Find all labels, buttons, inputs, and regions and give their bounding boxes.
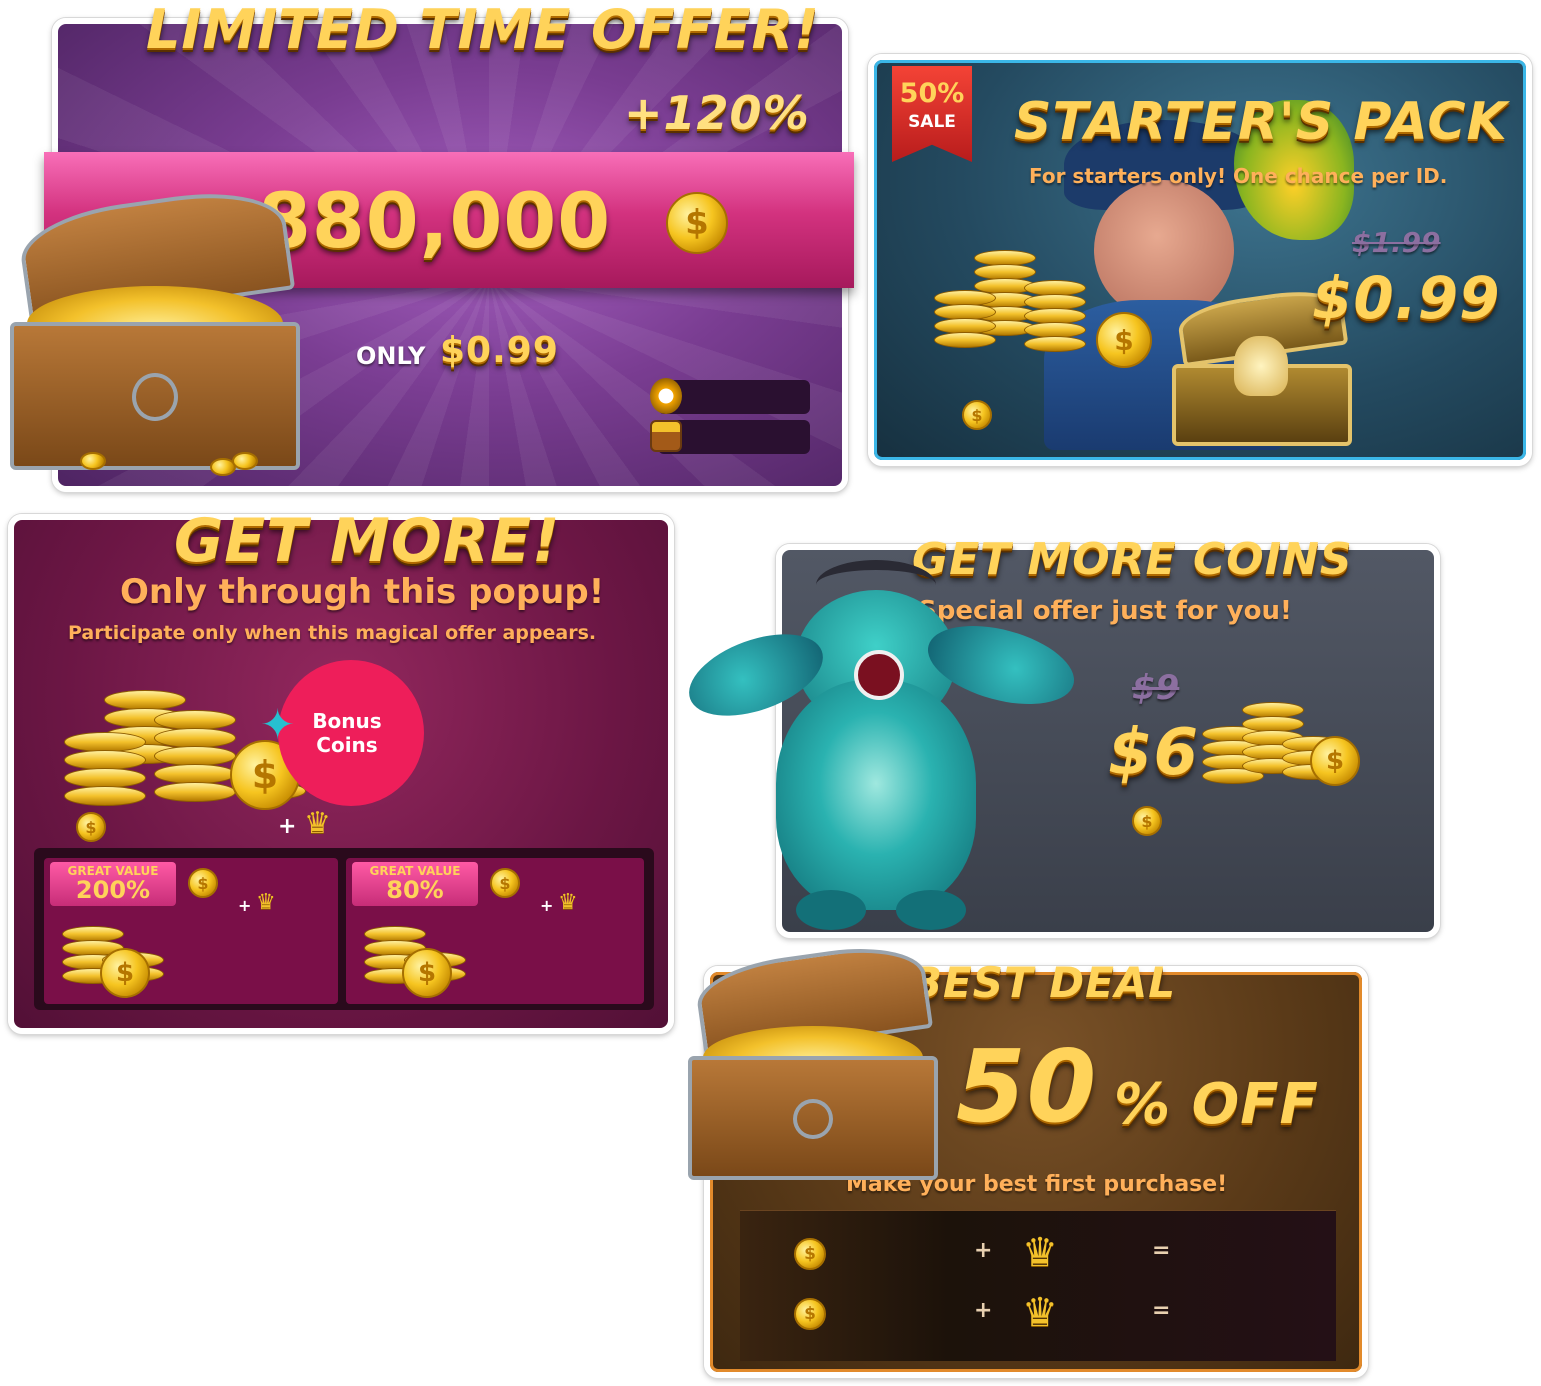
sale-badge-percent: 50%	[899, 78, 965, 109]
starters-pack-price: $0.99	[1312, 264, 1501, 332]
treasure-chest-icon	[650, 420, 682, 452]
discount-number: 50	[956, 1028, 1098, 1145]
coin-icon	[80, 452, 106, 470]
limited-offer-title: LIMITED TIME OFFER!	[146, 0, 820, 61]
get-more-description: Participate only when this magical offer…	[68, 622, 597, 644]
get-more-title: GET MORE!	[174, 506, 561, 576]
crown-icon: ♛	[304, 806, 331, 841]
starters-pack-card[interactable]: $ 50% SALE STARTER'S PACK For starters o…	[868, 54, 1532, 466]
plus-sign: +	[974, 1298, 993, 1323]
get-more-coins-price: $6	[1108, 716, 1200, 790]
coin-icon	[232, 452, 258, 470]
plus-sign: +	[974, 1238, 993, 1263]
coin-icon: $	[1096, 312, 1152, 368]
crown-icon: ♛	[256, 890, 276, 915]
crown-icon: ♛	[558, 890, 578, 915]
equals-sign: =	[1152, 1238, 1171, 1263]
stopwatch-icon	[650, 378, 682, 414]
coin-icon: $	[1310, 736, 1360, 786]
sale-badge-label: SALE	[908, 112, 956, 132]
coin-icon: $	[1132, 806, 1162, 836]
plus-sign: +	[540, 896, 554, 915]
equals-sign: =	[1152, 1298, 1171, 1323]
treasure-chest-icon	[688, 938, 938, 1180]
badge-percent: 200%	[75, 876, 151, 904]
crown-icon: ♛	[1022, 1290, 1058, 1336]
limited-offer-price: $0.99	[440, 330, 559, 371]
coin-icon: $	[794, 1238, 826, 1270]
starters-pack-subtitle: For starters only! One chance per ID.	[1029, 164, 1448, 188]
bonus-coins-bubble: Bonus Coins	[278, 660, 424, 806]
starters-pack-title: STARTER'S PACK	[1014, 92, 1508, 152]
coin-icon: $	[188, 868, 218, 898]
old-price: $9	[1132, 668, 1180, 708]
coin-icon: $	[490, 868, 520, 898]
get-more-card[interactable]: GET MORE! Only through this popup! Parti…	[8, 506, 674, 1034]
coin-icon: $	[794, 1298, 826, 1330]
coin-icon: $	[402, 948, 452, 998]
treasure-chest-icon	[10, 181, 300, 470]
coin-icon: $	[76, 812, 106, 842]
get-more-subtitle: Only through this popup!	[120, 572, 605, 612]
crown-icon: ♛	[1022, 1230, 1058, 1276]
plus-sign: +	[278, 814, 297, 839]
star-icon: ✦	[260, 700, 296, 749]
plus-sign: +	[238, 896, 252, 915]
option-card-1[interactable]: GREAT VALUE 200% $ + ♛ $	[44, 858, 338, 1004]
bonus-percent: +120%	[624, 86, 810, 140]
reward-row-1: $ + ♛ =	[740, 1228, 1336, 1282]
old-price: $1.99	[1352, 226, 1441, 259]
badge-percent: 80%	[386, 876, 444, 904]
reward-row-2: $ + ♛ =	[740, 1288, 1336, 1342]
great-value-badge: GREAT VALUE 200%	[50, 862, 176, 906]
coin-icon: $	[100, 948, 150, 998]
bonus-coins-label: Bonus Coins	[312, 709, 382, 757]
option-card-2[interactable]: GREAT VALUE 80% $ + ♛ $	[346, 858, 644, 1004]
coin-stack	[934, 240, 1094, 370]
coin-amount: 880,000	[258, 176, 612, 265]
best-deal-title: BEST DEAL	[910, 958, 1177, 1007]
monster-character	[678, 560, 1083, 940]
only-label: ONLY	[356, 342, 426, 370]
great-value-badge: GREAT VALUE 80%	[352, 862, 478, 906]
coin-icon: $	[666, 192, 728, 254]
coin-icon: $	[962, 400, 992, 430]
discount-suffix: % OFF	[1114, 1072, 1319, 1137]
